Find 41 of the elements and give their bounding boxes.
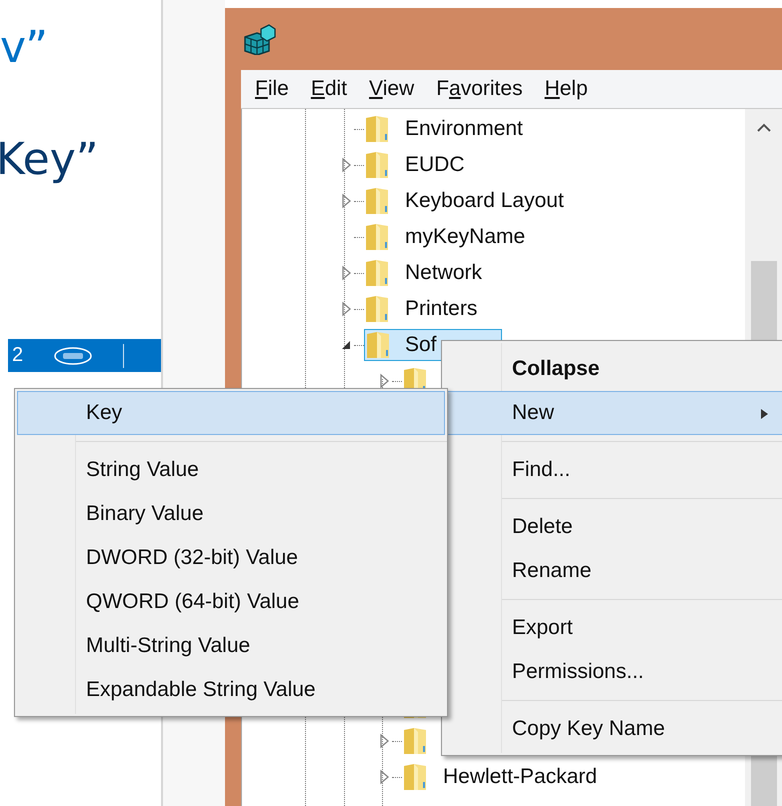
- folder-icon: [364, 186, 390, 216]
- menu-item[interactable]: Permissions...: [444, 650, 782, 694]
- tree-item[interactable]: EUDC: [400, 151, 470, 179]
- slide-text: Key”: [0, 138, 100, 182]
- cubes-icon: [243, 23, 277, 55]
- menu-item[interactable]: Expandable String Value: [17, 668, 445, 712]
- folder-icon: [364, 258, 390, 288]
- tree-item[interactable]: Printers: [400, 295, 482, 323]
- menu-item[interactable]: Binary Value: [17, 492, 445, 536]
- folder-icon: [365, 330, 391, 360]
- folder-icon: [364, 294, 390, 324]
- tree-item[interactable]: Environment: [400, 115, 528, 143]
- menu-item[interactable]: Find...: [444, 448, 782, 492]
- menu-bar-item[interactable]: Favorites: [436, 77, 523, 101]
- menu-bar-item[interactable]: View: [369, 77, 414, 101]
- menu-bar-item[interactable]: Edit: [310, 77, 348, 101]
- tree-item[interactable]: Network: [400, 259, 488, 287]
- menu-item[interactable]: QWORD (64-bit) Value: [17, 580, 445, 624]
- folder-icon: [364, 150, 390, 180]
- menu-item[interactable]: Export: [444, 606, 782, 650]
- menu-item[interactable]: DWORD (32-bit) Value: [17, 536, 445, 580]
- menu-item[interactable]: Delete: [444, 505, 782, 549]
- menu-item[interactable]: Multi-String Value: [17, 624, 445, 668]
- menu-bar-item[interactable]: File: [255, 77, 289, 101]
- submenu-arrow-icon: [761, 409, 768, 419]
- menu-item[interactable]: Copy Key Name: [444, 707, 782, 751]
- menu-item[interactable]: Rename: [444, 549, 782, 593]
- folder-icon: [402, 762, 428, 792]
- menu-bar-item[interactable]: Help: [544, 77, 588, 101]
- tree-item[interactable]: Keyboard Layout: [400, 187, 569, 215]
- menu-item[interactable]: Key: [17, 391, 445, 435]
- folder-icon: [364, 114, 390, 144]
- tree-item[interactable]: myKeyName: [400, 223, 530, 251]
- folder-icon: [402, 726, 428, 756]
- taskbar-text: 2: [12, 344, 24, 367]
- scroll-up-icon[interactable]: [756, 123, 770, 133]
- tree-item[interactable]: Hewlett-Packard: [438, 763, 602, 791]
- logo-icon: [53, 346, 94, 366]
- menu-item[interactable]: String Value: [17, 448, 445, 492]
- slide-text: v”: [0, 26, 50, 70]
- folder-icon: [364, 222, 390, 252]
